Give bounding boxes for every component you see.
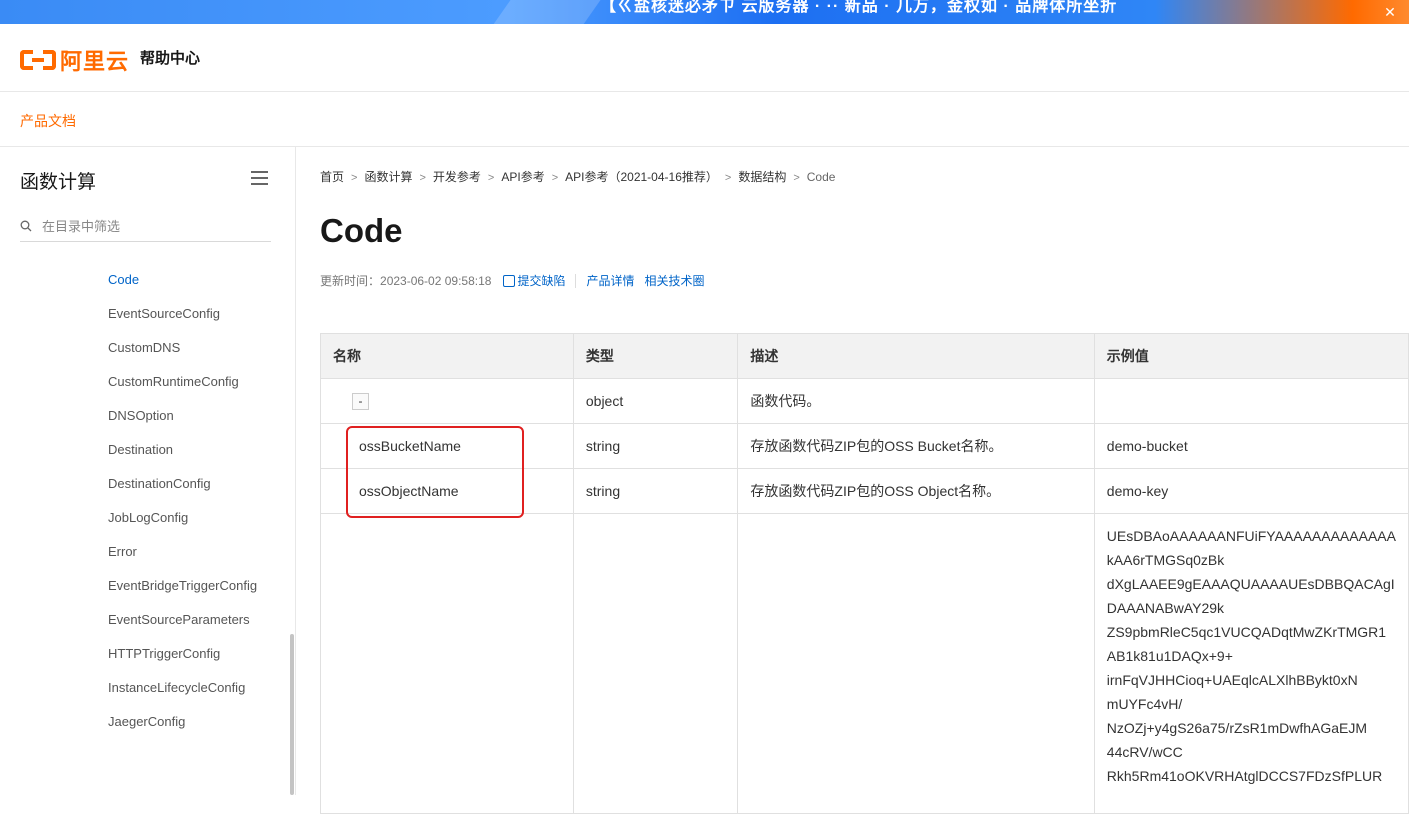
sidebar-nav: Code EventSourceConfig CustomDNS CustomR… [108,268,258,744]
table-cell: - [320,378,574,424]
table-cell: demo-bucket [1093,423,1409,469]
col-header-name: 名称 [320,333,574,379]
zip-line: AB1k81u1DAQx+9+ [1106,648,1233,664]
collapse-button[interactable]: - [352,393,369,410]
chevron-right-icon: > [793,172,800,184]
table-cell: 存放函数代码ZIP包的OSS Object名称。 [737,468,1095,514]
zip-line: 44cRV/wCC [1106,744,1183,760]
aliyun-logo[interactable]: 阿里云 [20,44,129,76]
sidebar-title: 函数计算 [20,172,97,193]
sidebar-item-customdns[interactable]: CustomDNS [108,336,258,360]
table-row: - object 函数代码。 [320,378,1409,424]
zip-example-cell: UEsDBAoAAAAAANFUiFYAAAAAAAAAAAAA kAA6rTM… [1093,513,1409,814]
sidebar-item-instancelifecycleconfig[interactable]: InstanceLifecycleConfig [108,676,258,700]
breadcrumb-data-structures[interactable]: 数据结构 [738,168,786,185]
breadcrumb: 首页 > 函数计算 > 开发参考 > API参考 > API参考（2021-04-16推荐） > 数… [320,168,835,185]
table-cell: 函数代码。 [737,378,1095,424]
breadcrumb-dev-reference[interactable]: 开发参考 [433,168,481,185]
banner-text: 【ㄍ盐核迷必矛ㄗ 云版务器 · ·· 新品 · 几万，金权如 · 品牌体所坐折 [600,0,1118,15]
page-title: Code [320,212,403,249]
zip-line: ZS9pbmRleC5qc1VUCQADqtMwZKrTMGR1 [1106,624,1387,640]
col-header-type: 类型 [572,333,739,379]
zip-line: Rkh5Rm41oOKVRHAtglDCCS7FDzSfPLUR [1106,768,1383,784]
table-cell [737,513,1095,814]
chevron-right-icon: > [351,172,358,184]
site-header: 阿里云 帮助中心 [0,24,1409,92]
col-header-example: 示例值 [1093,333,1409,379]
sidebar-item-destinationconfig[interactable]: DestinationConfig [108,472,258,496]
sidebar-item-joblogconfig[interactable]: JobLogConfig [108,506,258,530]
submit-bug-link[interactable]: 提交缺陷 [517,272,565,289]
chevron-right-icon: > [419,172,426,184]
sidebar-item-destination[interactable]: Destination [108,438,258,462]
close-icon[interactable]: ✕ [1381,3,1399,21]
table-cell: demo-key [1093,468,1409,514]
promo-banner[interactable]: 【ㄍ盐核迷必矛ㄗ 云版务器 · ·· 新品 · 几万，金权如 · 品牌体所坐折 … [0,0,1409,24]
zip-line: DAAANABwAY29k [1106,600,1225,616]
page-meta: 更新时间： 2023-06-02 09:58:18 提交缺陷 产品详情 相关技术… [320,272,705,289]
zip-line: kAA6rTMGSq0zBk [1106,552,1225,568]
search-icon [20,220,32,232]
sidebar-item-dnsoption[interactable]: DNSOption [108,404,258,428]
sidebar-item-error[interactable]: Error [108,540,258,564]
table-cell: ossBucketName [320,423,574,469]
product-docs-link[interactable]: 产品文档 [20,111,76,131]
params-table: 名称 类型 描述 示例值 - object 函数代码。 ossBucketNam… [320,333,1409,814]
updated-time: 2023-06-02 09:58:18 [380,273,492,288]
docs-bar: 产品文档 [0,92,1409,147]
sidebar-filter-input[interactable] [42,217,262,235]
sidebar-item-code[interactable]: Code [108,268,258,292]
table-row: UEsDBAoAAAAAANFUiFYAAAAAAAAAAAAA kAA6rTM… [320,513,1409,814]
sidebar-filter [20,215,271,242]
menu-icon[interactable] [251,171,268,185]
help-center-link[interactable]: 帮助中心 [140,47,200,68]
sidebar-item-customruntimeconfig[interactable]: CustomRuntimeConfig [108,370,258,394]
divider [575,273,577,288]
table-cell: string [572,468,739,514]
chevron-right-icon: > [551,172,559,184]
chevron-right-icon: > [724,172,732,184]
breadcrumb-function-compute[interactable]: 函数计算 [364,168,412,185]
main-content: 首页 > 函数计算 > 开发参考 > API参考 > API参考（2021-04-16推荐） > 数… [320,147,1409,814]
table-header-row: 名称 类型 描述 示例值 [320,333,1409,379]
breadcrumb-current: Code [806,170,836,184]
edit-icon [503,274,516,287]
zip-line: NzOZj+y4gS26a75/rZsR1mDwfhAGaEJM [1106,720,1368,736]
sidebar-item-httptriggerconfig[interactable]: HTTPTriggerConfig [108,642,258,666]
table-row: ossBucketName string 存放函数代码ZIP包的OSS Buck… [320,423,1409,469]
product-detail-link[interactable]: 产品详情 [586,272,634,289]
banner-decoration [475,0,615,24]
zip-line: mUYFc4vH/ [1106,696,1183,712]
brand-name: 阿里云 [60,49,130,74]
sidebar-item-eventsourceconfig[interactable]: EventSourceConfig [108,302,258,326]
chevron-right-icon: > [487,172,495,184]
sidebar-item-eventsourceparameters[interactable]: EventSourceParameters [108,608,258,632]
tech-circle-link[interactable]: 相关技术圈 [644,272,704,289]
sidebar-scrollbar[interactable] [290,634,294,795]
sidebar: 函数计算 Code EventSourceConfig CustomDNS Cu… [0,147,296,795]
table-cell: string [572,423,739,469]
table-cell [572,513,739,814]
updated-label: 更新时间： [320,274,381,288]
col-header-desc: 描述 [737,333,1095,379]
breadcrumb-api-reference[interactable]: API参考 [501,168,544,185]
table-cell [1093,378,1409,424]
zip-line: dXgLAAEE9gEAAAQUAAAAUEsDBBQACAgI [1106,576,1395,592]
table-cell: 存放函数代码ZIP包的OSS Bucket名称。 [737,423,1095,469]
table-cell: object [572,378,739,424]
zip-line: UEsDBAoAAAAAANFUiFYAAAAAAAAAAAAA [1106,528,1396,544]
table-cell [320,513,574,814]
sidebar-item-eventbridgetriggerconfig[interactable]: EventBridgeTriggerConfig [108,574,258,598]
table-row: ossObjectName string 存放函数代码ZIP包的OSS Obje… [320,468,1409,514]
sidebar-item-jaegerconfig[interactable]: JaegerConfig [108,710,258,734]
zip-line: irnFqVJHHCioq+UAEqlcALXlhBBykt0xN [1106,672,1358,688]
breadcrumb-api-version[interactable]: API参考（2021-04-16推荐） [565,168,718,185]
aliyun-logo-icon [20,50,56,70]
breadcrumb-home[interactable]: 首页 [320,168,344,185]
table-cell: ossObjectName [320,468,574,514]
